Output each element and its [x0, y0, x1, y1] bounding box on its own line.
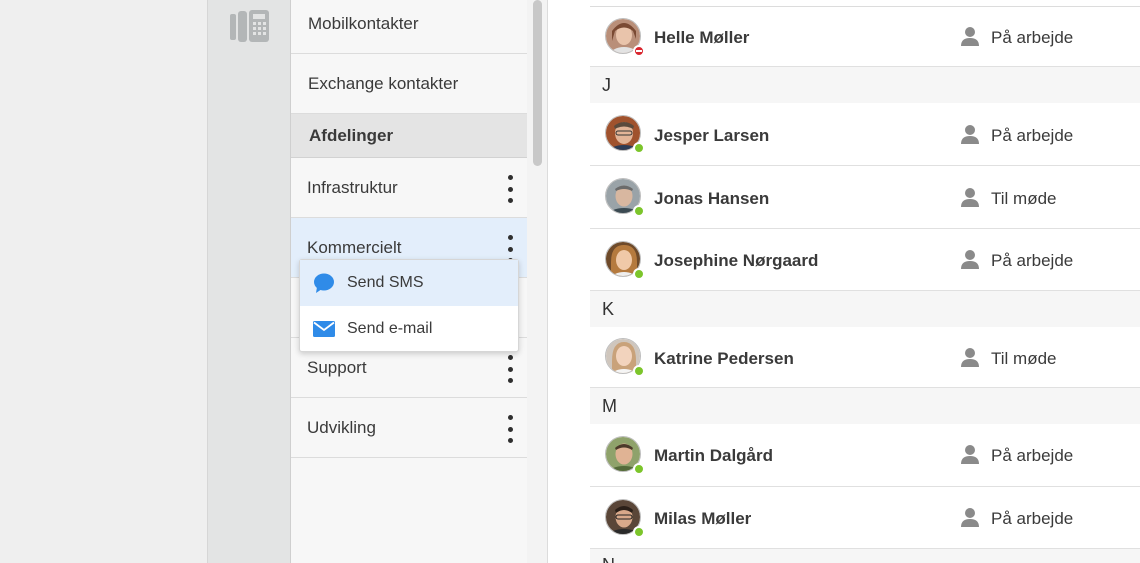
- nav-item-label: Exchange kontakter: [308, 73, 459, 93]
- letter-separator: M: [590, 388, 1140, 424]
- person-icon: [961, 125, 979, 144]
- letter-separator: J: [590, 67, 1140, 103]
- contact-status: Til møde: [991, 189, 1057, 208]
- contact-status: Til møde: [991, 349, 1057, 368]
- available-status-icon: [633, 268, 645, 280]
- contact-list: Helle Møller På arbejde J Jesper Larsen …: [590, 0, 1140, 563]
- contact-row[interactable]: Jesper Larsen På arbejde: [590, 103, 1140, 166]
- nav-item-mobile-contacts[interactable]: Mobilkontakter: [291, 0, 527, 54]
- avatar: [605, 115, 645, 154]
- avatar: [605, 178, 645, 217]
- avatar: [605, 338, 645, 377]
- contact-name: Martin Dalgård: [654, 446, 774, 465]
- nav-item-development[interactable]: Udvikling: [291, 398, 527, 458]
- person-icon: [961, 508, 979, 527]
- contact-row[interactable]: Josephine Nørgaard På arbejde: [590, 229, 1140, 291]
- context-menu: Send SMS Send e-mail: [299, 259, 519, 352]
- contact-name: Helle Møller: [654, 28, 750, 47]
- nav-item-label: Udvikling: [307, 417, 376, 437]
- contact-name: Josephine Nørgaard: [654, 251, 819, 270]
- send-sms-menu-item[interactable]: Send SMS: [300, 260, 518, 306]
- letter-separator: K: [590, 291, 1140, 327]
- contact-name: Katrine Pedersen: [654, 349, 794, 368]
- contact-name: Milas Møller: [654, 509, 752, 528]
- contact-status: På arbejde: [991, 446, 1074, 465]
- letter-label: J: [602, 74, 611, 95]
- avatar: [605, 18, 645, 57]
- contact-row[interactable]: Katrine Pedersen Til møde: [590, 327, 1140, 388]
- app-rail: [207, 0, 291, 563]
- scrollbar-thumb[interactable]: [533, 0, 542, 166]
- nav-item-label: Support: [307, 357, 367, 377]
- menu-item-label: Send SMS: [347, 274, 424, 291]
- nav-item-label: Kommercielt: [307, 237, 402, 257]
- letter-label: N: [602, 555, 615, 563]
- contact-row[interactable]: Jonas Hansen Til møde: [590, 166, 1140, 229]
- person-icon: [961, 445, 979, 464]
- letter-separator: N: [590, 549, 1140, 563]
- avatar: [605, 499, 645, 538]
- more-options-icon[interactable]: [503, 175, 517, 203]
- nav-item-exchange-contacts[interactable]: Exchange kontakter: [291, 54, 527, 114]
- person-icon: [961, 27, 979, 46]
- available-status-icon: [633, 365, 645, 377]
- more-options-icon[interactable]: [503, 355, 517, 383]
- left-background: [0, 0, 207, 563]
- contact-status: På arbejde: [991, 509, 1074, 528]
- busy-status-icon: [633, 45, 645, 57]
- person-icon: [961, 188, 979, 207]
- avatar: [605, 241, 645, 280]
- menu-item-label: Send e-mail: [347, 320, 433, 337]
- person-icon: [961, 348, 979, 367]
- nav-item-label: Infrastruktur: [307, 177, 398, 197]
- nav-item-infrastructure[interactable]: Infrastruktur: [291, 158, 527, 218]
- contact-status: På arbejde: [991, 126, 1074, 145]
- available-status-icon: [633, 463, 645, 475]
- contact-row[interactable]: Martin Dalgård På arbejde: [590, 424, 1140, 487]
- nav-scrollbar[interactable]: [527, 0, 548, 563]
- chat-bubble-icon: [314, 273, 334, 293]
- more-options-icon[interactable]: [503, 415, 517, 443]
- available-status-icon: [633, 526, 645, 538]
- person-icon: [961, 250, 979, 269]
- desk-phone-icon[interactable]: [230, 8, 270, 42]
- contact-row[interactable]: Helle Møller På arbejde: [590, 7, 1140, 67]
- contact-row[interactable]: Milas Møller På arbejde: [590, 487, 1140, 549]
- contact-status: På arbejde: [991, 251, 1074, 270]
- contact-name: Jesper Larsen: [654, 126, 770, 145]
- avatar: [605, 436, 645, 475]
- envelope-icon: [313, 321, 335, 337]
- available-status-icon: [633, 205, 645, 217]
- letter-label: K: [602, 298, 615, 319]
- section-header-label: Afdelinger: [309, 125, 394, 145]
- letter-label: M: [602, 395, 617, 416]
- contact-name: Jonas Hansen: [654, 189, 770, 208]
- send-email-menu-item[interactable]: Send e-mail: [300, 306, 518, 352]
- available-status-icon: [633, 142, 645, 154]
- section-header-departments: Afdelinger: [291, 114, 527, 158]
- nav-item-label: Mobilkontakter: [308, 13, 419, 33]
- contact-status: På arbejde: [991, 28, 1074, 47]
